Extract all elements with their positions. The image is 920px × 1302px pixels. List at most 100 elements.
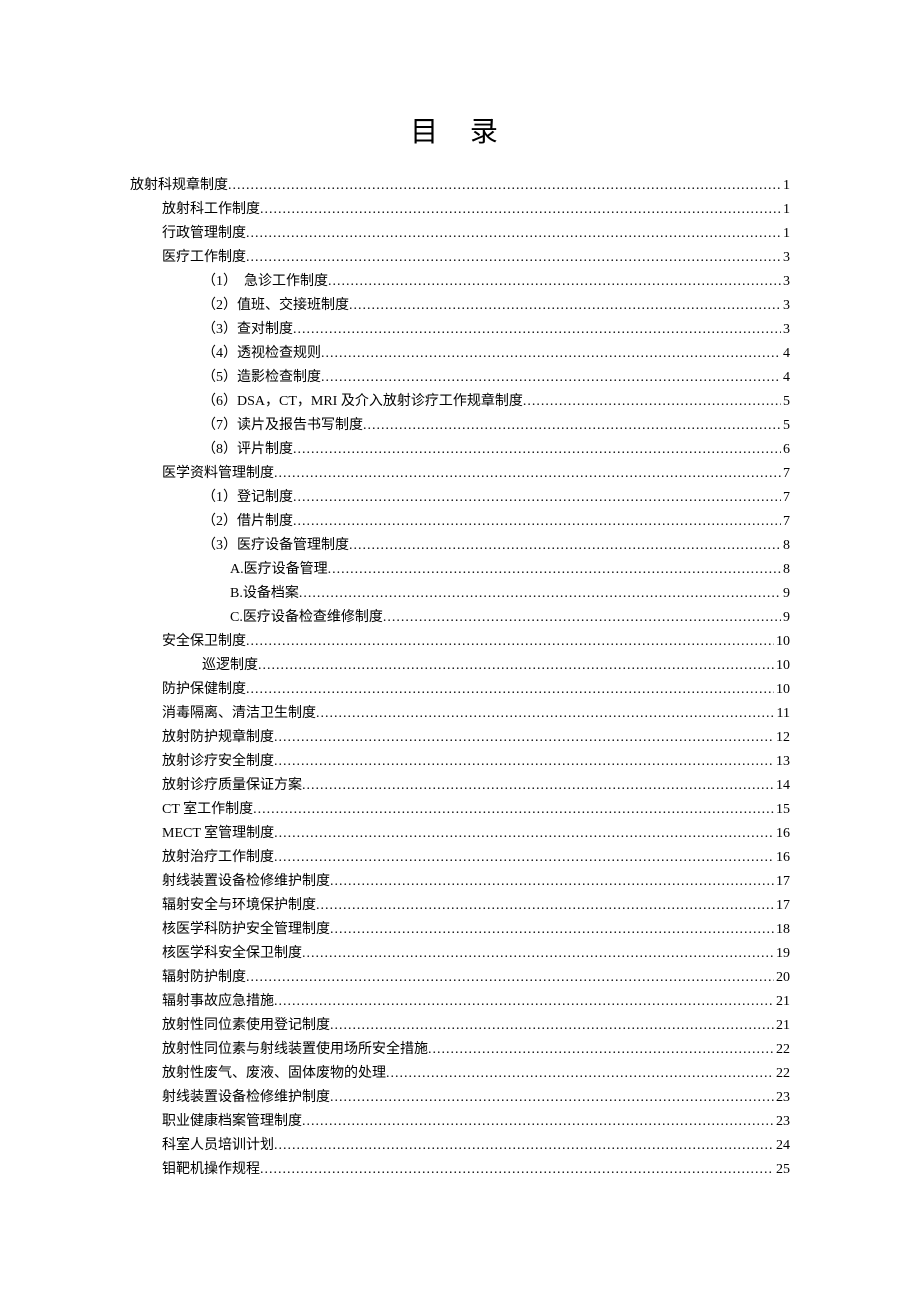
toc-entry-page: 8 bbox=[781, 534, 790, 558]
toc-entry: 辐射事故应急措施 21 bbox=[130, 990, 790, 1014]
toc-leader-dots bbox=[260, 1158, 774, 1182]
toc-entry-label: 职业健康档案管理制度 bbox=[162, 1110, 302, 1134]
toc-leader-dots bbox=[246, 678, 774, 702]
toc-entry: 防护保健制度10 bbox=[130, 678, 790, 702]
toc-leader-dots bbox=[293, 510, 781, 534]
toc-entry-label: 科室人员培训计划 bbox=[162, 1134, 274, 1158]
toc-entry: 放射科规章制度 1 bbox=[130, 174, 790, 198]
toc-entry: （6）DSA，CT，MRI 及介入放射诊疗工作规章制度5 bbox=[130, 390, 790, 414]
toc-leader-dots bbox=[349, 294, 781, 318]
toc-entry: （2）借片制度7 bbox=[130, 510, 790, 534]
toc-entry-label: （3）查对制度 bbox=[202, 318, 293, 342]
toc-entry: 放射治疗工作制度16 bbox=[130, 846, 790, 870]
toc-entry-label: 射线装置设备检修维护制度 bbox=[162, 1086, 330, 1110]
toc-entry-label: （1） 急诊工作制度 bbox=[202, 270, 328, 294]
toc-leader-dots bbox=[302, 774, 774, 798]
toc-leader-dots bbox=[316, 894, 774, 918]
toc-leader-dots bbox=[274, 846, 774, 870]
toc-leader-dots bbox=[274, 990, 774, 1014]
toc-entry-page: 15 bbox=[774, 798, 790, 822]
toc-entry-label: （3）医疗设备管理制度 bbox=[202, 534, 349, 558]
toc-entry-label: 放射科规章制度 bbox=[130, 174, 228, 198]
toc-leader-dots bbox=[428, 1038, 774, 1062]
toc-entry-label: 放射性同位素使用登记制度 bbox=[162, 1014, 330, 1038]
toc-entry: 巡逻制度 10 bbox=[130, 654, 790, 678]
toc-entry-label: 辐射事故应急措施 bbox=[162, 990, 274, 1014]
toc-leader-dots bbox=[330, 870, 774, 894]
toc-entry-page: 24 bbox=[774, 1134, 790, 1158]
toc-entry-page: 10 bbox=[774, 678, 790, 702]
toc-entry-page: 5 bbox=[781, 414, 790, 438]
toc-entry-label: 放射防护规章制度 bbox=[162, 726, 274, 750]
toc-leader-dots bbox=[274, 726, 774, 750]
toc-entry-label: （2）借片制度 bbox=[202, 510, 293, 534]
toc-leader-dots bbox=[386, 1062, 774, 1086]
toc-entry-page: 20 bbox=[774, 966, 790, 990]
toc-title: 目 录 bbox=[130, 110, 790, 150]
toc-entry: 放射防护规章制度12 bbox=[130, 726, 790, 750]
toc-entry: A.医疗设备管理8 bbox=[130, 558, 790, 582]
toc-entry-label: B.设备档案 bbox=[230, 582, 299, 606]
toc-entry-label: （8）评片制度 bbox=[202, 438, 293, 462]
toc-entry-page: 7 bbox=[781, 462, 790, 486]
toc-leader-dots bbox=[328, 270, 781, 294]
toc-entry-page: 4 bbox=[781, 366, 790, 390]
toc-entry-page: 14 bbox=[774, 774, 790, 798]
toc-leader-dots bbox=[274, 750, 774, 774]
toc-leader-dots bbox=[302, 1110, 774, 1134]
toc-entry-page: 11 bbox=[775, 702, 790, 726]
toc-leader-dots bbox=[246, 246, 781, 270]
toc-entry-label: 射线装置设备检修维护制度 bbox=[162, 870, 330, 894]
toc-entry-page: 22 bbox=[774, 1038, 790, 1062]
toc-entry-page: 9 bbox=[781, 606, 790, 630]
toc-entry-label: 巡逻制度 bbox=[202, 654, 258, 678]
toc-entry: 核医学科安全保卫制度19 bbox=[130, 942, 790, 966]
toc-entry-label: 放射性废气、废液、固体废物的处理 bbox=[162, 1062, 386, 1086]
toc-leader-dots bbox=[228, 174, 781, 198]
toc-entry-page: 23 bbox=[774, 1110, 790, 1134]
toc-entry-label: 钼靶机操作规程 bbox=[162, 1158, 260, 1182]
toc-entry-page: 1 bbox=[781, 198, 790, 222]
toc-entry-page: 17 bbox=[774, 870, 790, 894]
toc-entry: 放射性废气、废液、固体废物的处理 22 bbox=[130, 1062, 790, 1086]
toc-entry-label: 医疗工作制度 bbox=[162, 246, 246, 270]
toc-entry: B.设备档案9 bbox=[130, 582, 790, 606]
toc-entry-label: （7）读片及报告书写制度 bbox=[202, 414, 363, 438]
toc-entry-page: 22 bbox=[774, 1062, 790, 1086]
toc-entry: （7）读片及报告书写制度 5 bbox=[130, 414, 790, 438]
toc-leader-dots bbox=[523, 390, 781, 414]
toc-entry-page: 21 bbox=[774, 1014, 790, 1038]
toc-leader-dots bbox=[293, 438, 781, 462]
toc-entry-page: 21 bbox=[774, 990, 790, 1014]
toc-leader-dots bbox=[274, 822, 774, 846]
toc-entry-label: 辐射防护制度 bbox=[162, 966, 246, 990]
toc-entry: 辐射防护制度 20 bbox=[130, 966, 790, 990]
toc-entry: （4）透视检查规则4 bbox=[130, 342, 790, 366]
toc-leader-dots bbox=[330, 918, 774, 942]
toc-entry: 辐射安全与环境保护制度17 bbox=[130, 894, 790, 918]
toc-entry: （3）医疗设备管理制度 8 bbox=[130, 534, 790, 558]
toc-leader-dots bbox=[321, 366, 781, 390]
toc-leader-dots bbox=[293, 318, 781, 342]
toc-entry: 职业健康档案管理制度 23 bbox=[130, 1110, 790, 1134]
toc-entry-label: 放射科工作制度 bbox=[162, 198, 260, 222]
toc-entry-page: 4 bbox=[781, 342, 790, 366]
toc-leader-dots bbox=[274, 462, 781, 486]
toc-leader-dots bbox=[258, 654, 774, 678]
toc-entry: 科室人员培训计划 24 bbox=[130, 1134, 790, 1158]
toc-leader-dots bbox=[316, 702, 775, 726]
toc-entry-page: 1 bbox=[781, 174, 790, 198]
toc-entry-label: 辐射安全与环境保护制度 bbox=[162, 894, 316, 918]
toc-entry-page: 1 bbox=[781, 222, 790, 246]
toc-entry-page: 13 bbox=[774, 750, 790, 774]
toc-leader-dots bbox=[253, 798, 774, 822]
toc-entry: 射线装置设备检修维护制度 17 bbox=[130, 870, 790, 894]
toc-entry: （5）造影检查制度4 bbox=[130, 366, 790, 390]
toc-entry: （8）评片制度6 bbox=[130, 438, 790, 462]
toc-entry: 消毒隔离、清洁卫生制度 11 bbox=[130, 702, 790, 726]
toc-entry-label: 核医学科防护安全管理制度 bbox=[162, 918, 330, 942]
toc-entry-label: 消毒隔离、清洁卫生制度 bbox=[162, 702, 316, 726]
toc-entry-page: 3 bbox=[781, 246, 790, 270]
toc-entry-page: 10 bbox=[774, 654, 790, 678]
toc-entry: 核医学科防护安全管理制度18 bbox=[130, 918, 790, 942]
